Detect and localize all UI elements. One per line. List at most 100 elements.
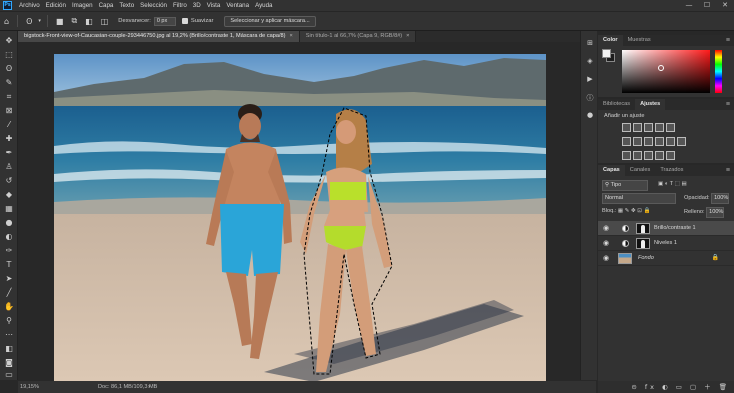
filter-adjustment-icon[interactable]: ◐ [665,181,668,187]
tab-couple-document[interactable]: bigstock-Front-view-of-Caucasian-couple-… [18,31,300,42]
zoom-tool-icon[interactable]: ⚲ [3,315,15,326]
brush-tool-icon[interactable]: ✒ [3,147,15,158]
tab-adjustments[interactable]: Ajustes [635,99,666,110]
menu-ayuda[interactable]: Ayuda [252,0,275,11]
info-icon[interactable]: ⓘ [585,93,595,103]
layer-brightness-contrast[interactable]: ◉ Brillo/contraste 1 [598,221,734,236]
chevron-down-icon[interactable]: ▾ [38,18,41,24]
curves-icon[interactable] [644,123,653,132]
properties-icon[interactable]: ◈ [585,57,595,67]
channel-mixer-icon[interactable] [666,137,675,146]
menu-capa[interactable]: Capa [96,0,117,11]
status-menu-arrow[interactable]: › [148,381,150,393]
screen-mode-icon[interactable]: ▭ [3,369,15,380]
lock-image-icon[interactable]: ✎ [625,208,630,214]
home-icon[interactable]: ⌂ [4,17,9,26]
vibrance-icon[interactable] [666,123,675,132]
tab-channels[interactable]: Canales [625,165,656,176]
tab-untitled-document[interactable]: Sin título-1 al 66,7% (Capa 9, RGB/8#) × [299,31,417,42]
blend-mode-select[interactable]: Normal [602,193,676,204]
crop-tool-icon[interactable]: ⌗ [3,91,15,102]
selective-color-icon[interactable] [666,151,675,160]
layer-name[interactable]: Niveles 1 [654,236,677,251]
layer-name[interactable]: Brillo/contraste 1 [654,221,696,236]
levels-icon[interactable] [633,123,642,132]
brightness-contrast-icon[interactable] [622,123,631,132]
lock-artboard-icon[interactable]: ⊡ [637,208,642,214]
minimize-button[interactable]: — [680,0,698,11]
tab-layers[interactable]: Capas [598,165,625,176]
quick-mask-icon[interactable]: ◙ [3,357,15,368]
line-tool-icon[interactable]: ╱ [3,287,15,298]
layer-levels[interactable]: ◉ Niveles 1 [598,236,734,251]
history-brush-tool-icon[interactable]: ↺ [3,175,15,186]
tab-color[interactable]: Color [598,35,623,46]
dodge-tool-icon[interactable]: ◐ [3,231,15,242]
menu-filtro[interactable]: Filtro [170,0,190,11]
layers-panel-footer[interactable]: ⊝ fx ◐ ▭ ▢ ＋ 🗑 [598,381,734,393]
lock-transparent-icon[interactable]: ▦ [618,208,623,214]
opacity-input[interactable]: 100% [711,193,730,204]
posterize-icon[interactable] [633,151,642,160]
layer-background[interactable]: ◉ Fondo 🔒 [598,251,734,266]
menu-texto[interactable]: Texto [116,0,137,11]
hue-slider[interactable] [715,50,722,93]
history-icon[interactable]: ⊞ [585,39,595,49]
menu-ventana[interactable]: Ventana [223,0,252,11]
layer-filter-select[interactable]: ⚲ Tipo [602,180,648,191]
visibility-eye-icon[interactable]: ◉ [603,236,609,251]
menu-edicion[interactable]: Edición [43,0,69,11]
fill-input[interactable]: 100% [706,207,725,218]
intersect-selection-icon[interactable]: ◫ [101,17,109,26]
filter-smart-icon[interactable]: ▤ [681,181,686,187]
more-tools-icon[interactable]: ⋯ [3,329,15,340]
plugin-icon[interactable]: ● [585,111,595,121]
filter-type-icon[interactable]: T [670,181,673,187]
zoom-level[interactable]: 19,15% [20,381,39,393]
color-field[interactable] [622,50,710,93]
new-selection-icon[interactable]: ■ [56,17,64,26]
add-selection-icon[interactable]: ⧉ [71,16,77,26]
color-swatches-icon[interactable]: ◧ [3,343,15,354]
pen-tool-icon[interactable]: ✑ [3,245,15,256]
hand-tool-icon[interactable]: ✋ [3,301,15,312]
select-and-mask-button[interactable]: Seleccionar y aplicar máscara... [224,15,316,27]
exposure-icon[interactable] [655,123,664,132]
canvas-area[interactable] [18,42,596,382]
color-lookup-icon[interactable] [677,137,686,146]
layer-name[interactable]: Fondo [638,251,654,266]
antialias-checkbox[interactable] [181,18,188,24]
color-balance-icon[interactable] [633,137,642,146]
path-select-tool-icon[interactable]: ➤ [3,273,15,284]
eraser-tool-icon[interactable]: ◆ [3,189,15,200]
tab-swatches[interactable]: Muestras [623,35,656,46]
invert-icon[interactable] [622,151,631,160]
lasso-tool-icon[interactable]: ʘ [3,63,15,74]
color-picker-ring[interactable] [658,65,664,71]
menu-vista[interactable]: Vista [204,0,224,11]
menu-archivo[interactable]: Archivo [16,0,43,11]
marquee-tool-icon[interactable]: ⬚ [3,49,15,60]
beach-couple-photo[interactable] [54,54,546,382]
lock-all-icon[interactable]: 🔒 [643,208,650,214]
filter-pixel-icon[interactable]: ▣ [658,181,663,187]
blur-tool-icon[interactable]: ● [3,217,15,228]
foreground-color-swatch[interactable] [602,49,611,58]
threshold-icon[interactable] [644,151,653,160]
feather-input[interactable]: 0 px [153,16,176,26]
eyedropper-tool-icon[interactable]: ⁄ [3,119,15,130]
type-tool-icon[interactable]: T [3,259,15,270]
actions-icon[interactable]: ▶ [585,75,595,85]
healing-brush-tool-icon[interactable]: ✚ [3,133,15,144]
menu-imagen[interactable]: Imagen [69,0,96,11]
black-white-icon[interactable] [644,137,653,146]
tab-paths[interactable]: Trazados [655,165,688,176]
menu-seleccion[interactable]: Selección [137,0,170,11]
visibility-eye-icon[interactable]: ◉ [603,251,609,266]
filter-shape-icon[interactable]: ⬚ [675,181,680,187]
frame-tool-icon[interactable]: ⊠ [3,105,15,116]
panel-menu-icon[interactable]: ≡ [726,99,730,110]
close-icon[interactable]: × [290,33,293,39]
lasso-tool-icon[interactable]: ʘ [26,17,32,26]
visibility-eye-icon[interactable]: ◉ [603,221,609,236]
